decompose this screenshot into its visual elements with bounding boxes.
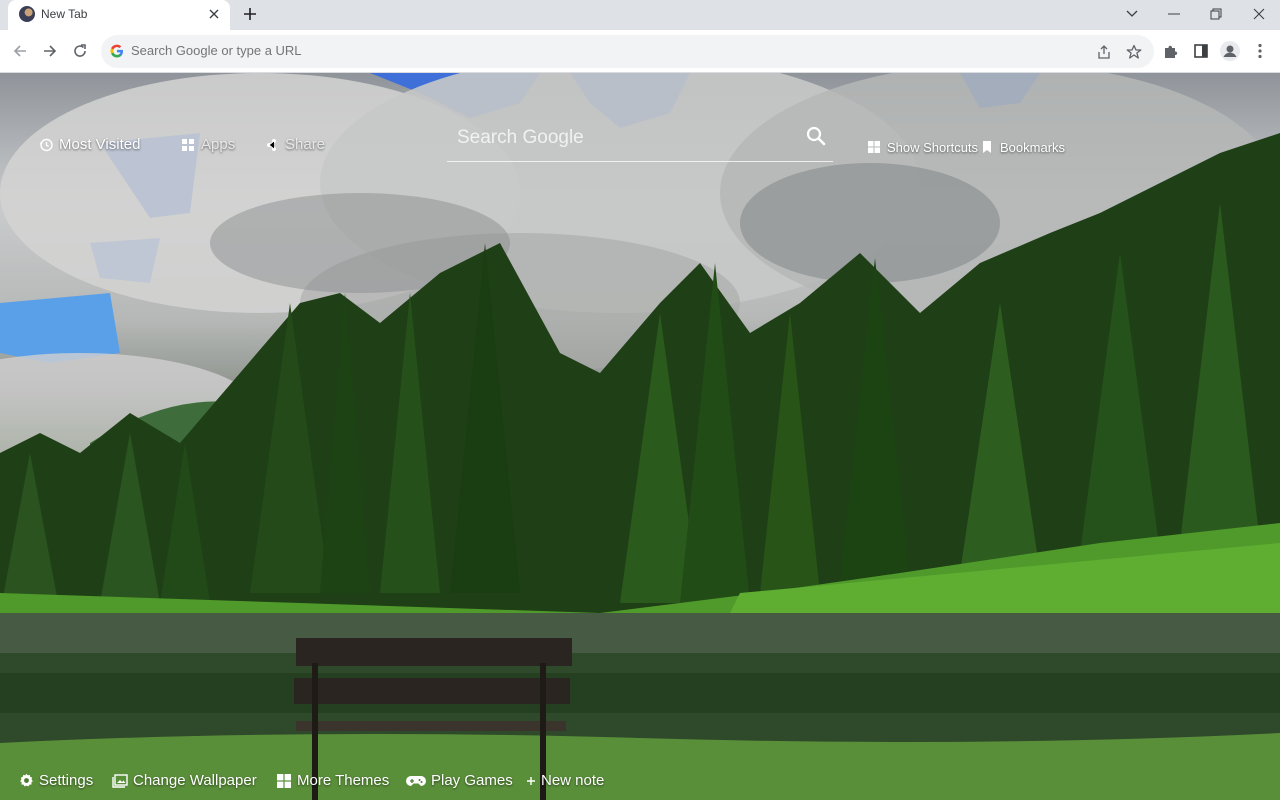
- close-icon[interactable]: [206, 6, 222, 22]
- side-panel-icon[interactable]: [1191, 41, 1211, 61]
- settings-label: Settings: [39, 772, 94, 789]
- more-themes-label: More Themes: [297, 772, 390, 789]
- search-icon[interactable]: [804, 124, 828, 148]
- reload-icon[interactable]: [69, 40, 91, 62]
- bookmarks-label: Bookmarks: [1000, 139, 1066, 155]
- omnibox[interactable]: [101, 35, 1154, 68]
- show-shortcuts-link[interactable]: Show Shortcuts: [866, 139, 978, 155]
- tab-favicon: [19, 6, 35, 22]
- change-wallpaper-link[interactable]: Change Wallpaper: [112, 772, 257, 789]
- wallpaper-landscape-image: [0, 73, 1280, 800]
- forward-arrow-icon[interactable]: [39, 40, 61, 62]
- tab-new-tab[interactable]: New Tab: [8, 0, 230, 30]
- bookmarks-link[interactable]: Bookmarks: [979, 139, 1065, 155]
- share-link[interactable]: Share: [264, 136, 325, 153]
- tab-strip: New Tab: [0, 0, 1280, 30]
- history-icon: [38, 137, 54, 153]
- restore-icon[interactable]: [1205, 4, 1227, 24]
- ntp-search-input[interactable]: [457, 127, 787, 149]
- bookmark-icon: [979, 139, 995, 155]
- more-themes-link[interactable]: More Themes: [276, 772, 389, 789]
- wallpaper: Most Visited Apps Share Show Shortcuts B…: [0, 73, 1280, 800]
- show-shortcuts-label: Show Shortcuts: [887, 139, 979, 155]
- share-icon[interactable]: [1095, 43, 1113, 61]
- gamepad-icon: [406, 773, 426, 789]
- close-window-icon[interactable]: [1248, 4, 1270, 24]
- apps-label: Apps: [201, 136, 236, 153]
- most-visited-label: Most Visited: [59, 136, 141, 153]
- toolbar: [0, 30, 1280, 73]
- kebab-menu-icon[interactable]: [1250, 41, 1270, 61]
- plus-icon[interactable]: [240, 4, 260, 24]
- new-note-link[interactable]: New note: [526, 772, 604, 789]
- settings-link[interactable]: Settings: [18, 772, 93, 789]
- omnibox-input[interactable]: [131, 43, 1031, 58]
- google-g-icon: [110, 44, 124, 58]
- play-games-label: Play Games: [431, 772, 513, 789]
- tab-title: New Tab: [41, 7, 88, 21]
- image-icon: [112, 773, 128, 789]
- windows-grid-icon: [276, 773, 292, 789]
- share-label: Share: [285, 136, 326, 153]
- play-games-link[interactable]: Play Games: [406, 772, 513, 789]
- most-visited-link[interactable]: Most Visited: [38, 136, 140, 153]
- ntp-search-box[interactable]: [447, 124, 833, 162]
- puzzle-icon[interactable]: [1161, 41, 1181, 61]
- gear-icon: [18, 773, 34, 789]
- new-note-label: New note: [541, 772, 605, 789]
- change-wallpaper-label: Change Wallpaper: [133, 772, 257, 789]
- minimize-icon[interactable]: [1163, 4, 1185, 24]
- star-icon[interactable]: [1125, 43, 1143, 61]
- chevron-down-icon[interactable]: [1121, 4, 1143, 24]
- grid-icon: [180, 137, 196, 153]
- apps-link[interactable]: Apps: [180, 136, 235, 153]
- profile-icon[interactable]: [1220, 41, 1240, 61]
- back-arrow-icon[interactable]: [9, 40, 31, 62]
- windows-grid-icon: [866, 139, 882, 155]
- share-icon: [264, 137, 280, 153]
- plus-icon: [526, 773, 536, 789]
